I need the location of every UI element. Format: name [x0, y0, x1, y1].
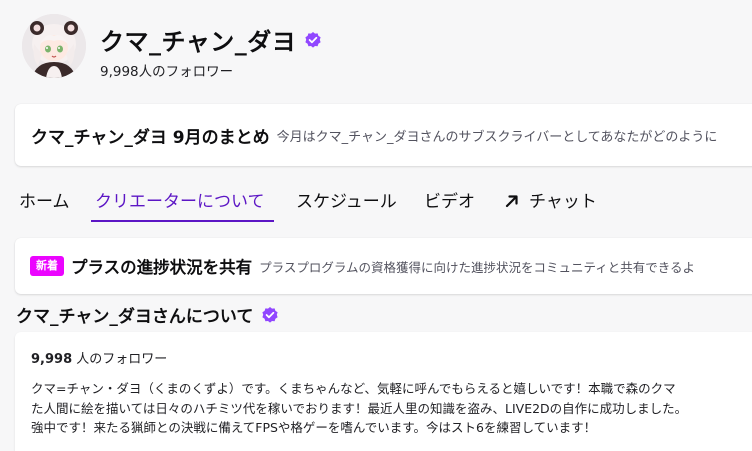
channel-about-page: クマ_チャン_ダヨ 9,998人のフォロワー クマ_チャン_ダヨ 9月のまとめ … [0, 0, 752, 451]
about-follower-number: 9,998 [31, 352, 73, 367]
bio-line: クマ=チャン・ダヨ（くまのくずよ）です。くまちゃんなど、気軽に呼んでもらえると嬉… [31, 381, 676, 396]
recap-title: クマ_チャン_ダヨ 9月のまとめ [31, 127, 270, 148]
external-arrow-icon [505, 195, 518, 208]
plus-title: プラスの進捗状況を共有 [71, 258, 253, 277]
about-heading-row: クマ_チャン_ダヨさんについて [16, 302, 279, 327]
tab-chat[interactable]: チャット [503, 187, 597, 223]
new-badge: 新着 [30, 256, 64, 276]
avatar-illustration [22, 14, 86, 78]
tab-about[interactable]: クリエーターについて [95, 187, 265, 223]
channel-tabs: ホーム クリエーターについて スケジュール ビデオ チャット [0, 187, 752, 227]
verified-badge-icon [262, 306, 278, 323]
tab-videos[interactable]: ビデオ [424, 187, 475, 223]
plus-description: プラスプログラムの資格獲得に向けた進捗状況をコミュニティと共有できるよ [259, 259, 696, 275]
about-heading: クマ_チャン_ダヨさんについて [16, 307, 254, 327]
bio-line: た人間に絵を描いては日々のハチミツ代を稼いでおります！最近人里の知識を盗み、LI… [31, 400, 688, 416]
recap-description: 今月はクマ_チャン_ダヨさんのサブスクライバーとしてあなたがどのように [276, 129, 718, 145]
verified-badge-icon [305, 31, 321, 48]
channel-name-block: クマ_チャン_ダヨ 9,998人のフォロワー [100, 14, 322, 80]
about-panel: 9,998 人のフォロワー クマ=チャン・ダヨ（くまのくずよ）です。くまちゃんな… [15, 332, 752, 451]
avatar[interactable] [22, 14, 86, 78]
monthly-recap-card[interactable]: クマ_チャン_ダヨ 9月のまとめ 今月はクマ_チャン_ダヨさんのサブスクライバー… [15, 104, 752, 166]
bio-line: 強中です！来たる猟師との決戦に備えてFPSや格ゲーを嗜んでいます。今はスト6を練… [31, 420, 597, 435]
about-bio: クマ=チャン・ダヨ（くまのくずよ）です。くまちゃんなど、気軽に呼んでもらえると嬉… [31, 379, 752, 438]
channel-name-row: クマ_チャン_ダヨ [100, 22, 322, 57]
about-follower-count: 9,998 人のフォロワー [31, 348, 752, 367]
about-follower-suffix: 人のフォロワー [76, 352, 168, 367]
channel-header: クマ_チャン_ダヨ 9,998人のフォロワー [22, 14, 322, 84]
tab-home[interactable]: ホーム [19, 187, 70, 223]
tab-chat-label: チャット [529, 192, 597, 212]
tab-schedule[interactable]: スケジュール [296, 187, 397, 223]
channel-name[interactable]: クマ_チャン_ダヨ [100, 22, 296, 57]
plus-progress-card[interactable]: 新着 プラスの進捗状況を共有 プラスプログラムの資格獲得に向けた進捗状況をコミュ… [15, 238, 752, 294]
active-tab-indicator [91, 220, 274, 222]
follower-count: 9,998人のフォロワー [100, 64, 234, 80]
